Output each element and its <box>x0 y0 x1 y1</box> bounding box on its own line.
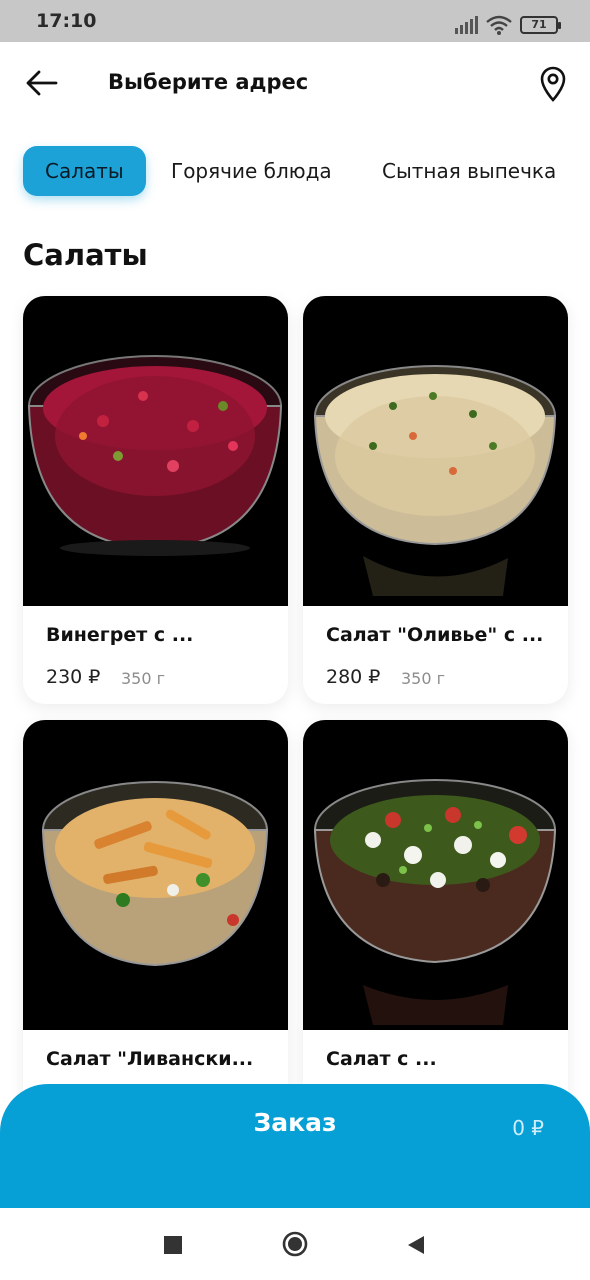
product-price: 230 ₽ <box>46 666 101 688</box>
product-card[interactable]: Винегрет с ... 230 ₽ 350 г <box>23 296 288 704</box>
product-name: Салат "Оливье" с ... <box>326 624 544 646</box>
status-bar: 17:10 71 <box>0 0 590 42</box>
header: Выберите адрес <box>0 42 590 130</box>
section-title: Салаты <box>23 238 148 272</box>
salad-bowl-image <box>27 355 283 556</box>
product-card[interactable]: Салат с ... <box>303 720 568 1120</box>
product-image <box>23 296 288 606</box>
wifi-icon <box>486 15 512 35</box>
product-image <box>23 720 288 1030</box>
salad-bowl-image <box>41 781 269 967</box>
location-button[interactable] <box>538 66 568 102</box>
home-button[interactable] <box>281 1230 309 1258</box>
back-arrow-icon <box>26 70 58 96</box>
product-name: Винегрет с ... <box>46 624 194 646</box>
product-name: Салат "Ливански... <box>46 1048 254 1070</box>
status-icons: 71 <box>454 14 561 36</box>
order-button[interactable]: Заказ 0 ₽ <box>0 1084 590 1208</box>
status-time: 17:10 <box>36 10 97 32</box>
battery-icon: 71 <box>520 16 561 34</box>
product-card[interactable]: Салат "Оливье" с ... 280 ₽ 350 г <box>303 296 568 704</box>
signal-icon <box>455 16 478 34</box>
product-name: Салат с ... <box>326 1048 437 1070</box>
circle-nav-icon <box>282 1231 308 1257</box>
square-nav-icon <box>164 1236 182 1254</box>
salad-bowl-image <box>313 779 557 1025</box>
location-pin-icon <box>540 66 566 102</box>
product-weight: 350 г <box>401 669 446 688</box>
tab-hot-dishes[interactable]: Горячие блюда <box>171 146 332 196</box>
triangle-nav-icon <box>408 1236 424 1254</box>
back-nav-button[interactable] <box>403 1232 429 1258</box>
system-nav-bar <box>0 1208 590 1280</box>
product-card[interactable]: Салат "Ливански... <box>23 720 288 1120</box>
product-image <box>303 720 568 1030</box>
tab-pastries[interactable]: Сытная выпечка <box>382 146 556 196</box>
back-button[interactable] <box>24 68 60 98</box>
order-label: Заказ <box>253 1108 337 1137</box>
salad-bowl-image <box>313 365 557 596</box>
category-tabs: Салаты Горячие блюда Сытная выпечка <box>0 130 590 216</box>
recents-button[interactable] <box>160 1232 186 1258</box>
product-image <box>303 296 568 606</box>
tab-salads[interactable]: Салаты <box>23 146 146 196</box>
order-total: 0 ₽ <box>512 1116 544 1140</box>
product-weight: 350 г <box>121 669 166 688</box>
address-selector[interactable]: Выберите адрес <box>108 70 308 94</box>
product-price: 280 ₽ <box>326 666 381 688</box>
